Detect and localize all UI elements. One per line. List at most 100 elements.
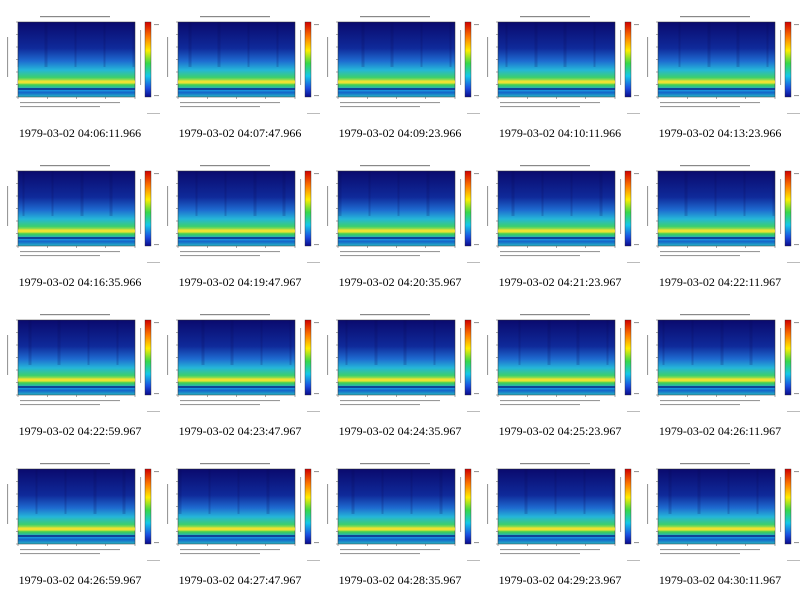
spectrogram-thumbnail[interactable] bbox=[160, 0, 320, 128]
spectrogram-image bbox=[657, 21, 776, 98]
timestamp-caption: 1979-03-02 04:07:47.966 bbox=[178, 126, 302, 140]
colorbar bbox=[304, 468, 312, 545]
spectrogram-thumbnail[interactable] bbox=[320, 149, 480, 277]
timestamp-caption: 1979-03-02 04:26:11.967 bbox=[658, 424, 782, 438]
spectrogram-thumbnail[interactable] bbox=[480, 298, 640, 426]
spectrogram-thumbnail[interactable] bbox=[480, 0, 640, 128]
gallery-item[interactable]: 1979-03-02 04:26:59.967 bbox=[0, 447, 160, 596]
spectrogram-thumbnail[interactable] bbox=[160, 149, 320, 277]
timestamp-caption: 1979-03-02 04:10:11.966 bbox=[498, 126, 622, 140]
gallery-item[interactable]: 1979-03-02 04:16:35.966 bbox=[0, 149, 160, 298]
spectrogram-image bbox=[177, 319, 296, 396]
colorbar bbox=[304, 319, 312, 396]
spectrogram-image bbox=[177, 21, 296, 98]
spectrogram-image bbox=[497, 21, 616, 98]
spectrogram-thumbnail[interactable] bbox=[0, 0, 160, 128]
gallery-item[interactable]: 1979-03-02 04:09:23.966 bbox=[320, 0, 480, 149]
colorbar bbox=[784, 170, 792, 247]
timestamp-caption: 1979-03-02 04:28:35.967 bbox=[338, 573, 462, 587]
gallery-item[interactable]: 1979-03-02 04:13:23.966 bbox=[640, 0, 800, 149]
timestamp-caption: 1979-03-02 04:16:35.966 bbox=[18, 275, 142, 289]
spectrogram-image bbox=[17, 319, 136, 396]
spectrogram-thumbnail[interactable] bbox=[640, 298, 800, 426]
colorbar bbox=[784, 21, 792, 98]
spectrogram-gallery: 1979-03-02 04:06:11.966 1979-03-02 04:07… bbox=[0, 0, 800, 596]
colorbar bbox=[144, 319, 152, 396]
timestamp-caption: 1979-03-02 04:19:47.967 bbox=[178, 275, 302, 289]
colorbar bbox=[624, 170, 632, 247]
timestamp-caption: 1979-03-02 04:21:23.967 bbox=[498, 275, 622, 289]
spectrogram-thumbnail[interactable] bbox=[0, 298, 160, 426]
spectrogram-image bbox=[177, 170, 296, 247]
gallery-item[interactable]: 1979-03-02 04:24:35.967 bbox=[320, 298, 480, 447]
gallery-item[interactable]: 1979-03-02 04:23:47.967 bbox=[160, 298, 320, 447]
colorbar bbox=[144, 170, 152, 247]
timestamp-caption: 1979-03-02 04:29:23.967 bbox=[498, 573, 622, 587]
spectrogram-image bbox=[177, 468, 296, 545]
timestamp-caption: 1979-03-02 04:20:35.967 bbox=[338, 275, 462, 289]
spectrogram-image bbox=[657, 170, 776, 247]
spectrogram-image bbox=[657, 319, 776, 396]
colorbar bbox=[304, 170, 312, 247]
colorbar bbox=[464, 21, 472, 98]
gallery-item[interactable]: 1979-03-02 04:22:11.967 bbox=[640, 149, 800, 298]
timestamp-caption: 1979-03-02 04:23:47.967 bbox=[178, 424, 302, 438]
spectrogram-thumbnail[interactable] bbox=[640, 0, 800, 128]
spectrogram-thumbnail[interactable] bbox=[480, 447, 640, 575]
colorbar bbox=[624, 468, 632, 545]
spectrogram-thumbnail[interactable] bbox=[320, 298, 480, 426]
gallery-item[interactable]: 1979-03-02 04:10:11.966 bbox=[480, 0, 640, 149]
spectrogram-image bbox=[497, 170, 616, 247]
gallery-item[interactable]: 1979-03-02 04:21:23.967 bbox=[480, 149, 640, 298]
timestamp-caption: 1979-03-02 04:26:59.967 bbox=[18, 573, 142, 587]
gallery-item[interactable]: 1979-03-02 04:07:47.966 bbox=[160, 0, 320, 149]
colorbar bbox=[144, 468, 152, 545]
gallery-item[interactable]: 1979-03-02 04:22:59.967 bbox=[0, 298, 160, 447]
colorbar bbox=[464, 468, 472, 545]
colorbar bbox=[464, 319, 472, 396]
gallery-item[interactable]: 1979-03-02 04:28:35.967 bbox=[320, 447, 480, 596]
timestamp-caption: 1979-03-02 04:30:11.967 bbox=[658, 573, 782, 587]
gallery-item[interactable]: 1979-03-02 04:25:23.967 bbox=[480, 298, 640, 447]
spectrogram-thumbnail[interactable] bbox=[320, 447, 480, 575]
spectrogram-image bbox=[657, 468, 776, 545]
timestamp-caption: 1979-03-02 04:09:23.966 bbox=[338, 126, 462, 140]
spectrogram-thumbnail[interactable] bbox=[480, 149, 640, 277]
spectrogram-image bbox=[17, 468, 136, 545]
spectrogram-image bbox=[337, 468, 456, 545]
colorbar bbox=[304, 21, 312, 98]
timestamp-caption: 1979-03-02 04:25:23.967 bbox=[498, 424, 622, 438]
spectrogram-thumbnail[interactable] bbox=[320, 0, 480, 128]
gallery-item[interactable]: 1979-03-02 04:26:11.967 bbox=[640, 298, 800, 447]
spectrogram-thumbnail[interactable] bbox=[640, 149, 800, 277]
gallery-item[interactable]: 1979-03-02 04:06:11.966 bbox=[0, 0, 160, 149]
spectrogram-thumbnail[interactable] bbox=[160, 447, 320, 575]
spectrogram-image bbox=[17, 21, 136, 98]
timestamp-caption: 1979-03-02 04:22:59.967 bbox=[18, 424, 142, 438]
colorbar bbox=[784, 468, 792, 545]
colorbar bbox=[624, 21, 632, 98]
colorbar bbox=[784, 319, 792, 396]
timestamp-caption: 1979-03-02 04:06:11.966 bbox=[18, 126, 142, 140]
spectrogram-image bbox=[337, 319, 456, 396]
spectrogram-image bbox=[337, 170, 456, 247]
spectrogram-thumbnail[interactable] bbox=[0, 447, 160, 575]
timestamp-caption: 1979-03-02 04:27:47.967 bbox=[178, 573, 302, 587]
gallery-item[interactable]: 1979-03-02 04:29:23.967 bbox=[480, 447, 640, 596]
timestamp-caption: 1979-03-02 04:13:23.966 bbox=[658, 126, 782, 140]
colorbar bbox=[624, 319, 632, 396]
colorbar bbox=[464, 170, 472, 247]
spectrogram-thumbnail[interactable] bbox=[0, 149, 160, 277]
spectrogram-image bbox=[497, 319, 616, 396]
gallery-item[interactable]: 1979-03-02 04:30:11.967 bbox=[640, 447, 800, 596]
gallery-item[interactable]: 1979-03-02 04:19:47.967 bbox=[160, 149, 320, 298]
spectrogram-image bbox=[337, 21, 456, 98]
timestamp-caption: 1979-03-02 04:22:11.967 bbox=[658, 275, 782, 289]
spectrogram-image bbox=[17, 170, 136, 247]
gallery-item[interactable]: 1979-03-02 04:20:35.967 bbox=[320, 149, 480, 298]
spectrogram-thumbnail[interactable] bbox=[160, 298, 320, 426]
gallery-item[interactable]: 1979-03-02 04:27:47.967 bbox=[160, 447, 320, 596]
timestamp-caption: 1979-03-02 04:24:35.967 bbox=[338, 424, 462, 438]
spectrogram-thumbnail[interactable] bbox=[640, 447, 800, 575]
spectrogram-image bbox=[497, 468, 616, 545]
